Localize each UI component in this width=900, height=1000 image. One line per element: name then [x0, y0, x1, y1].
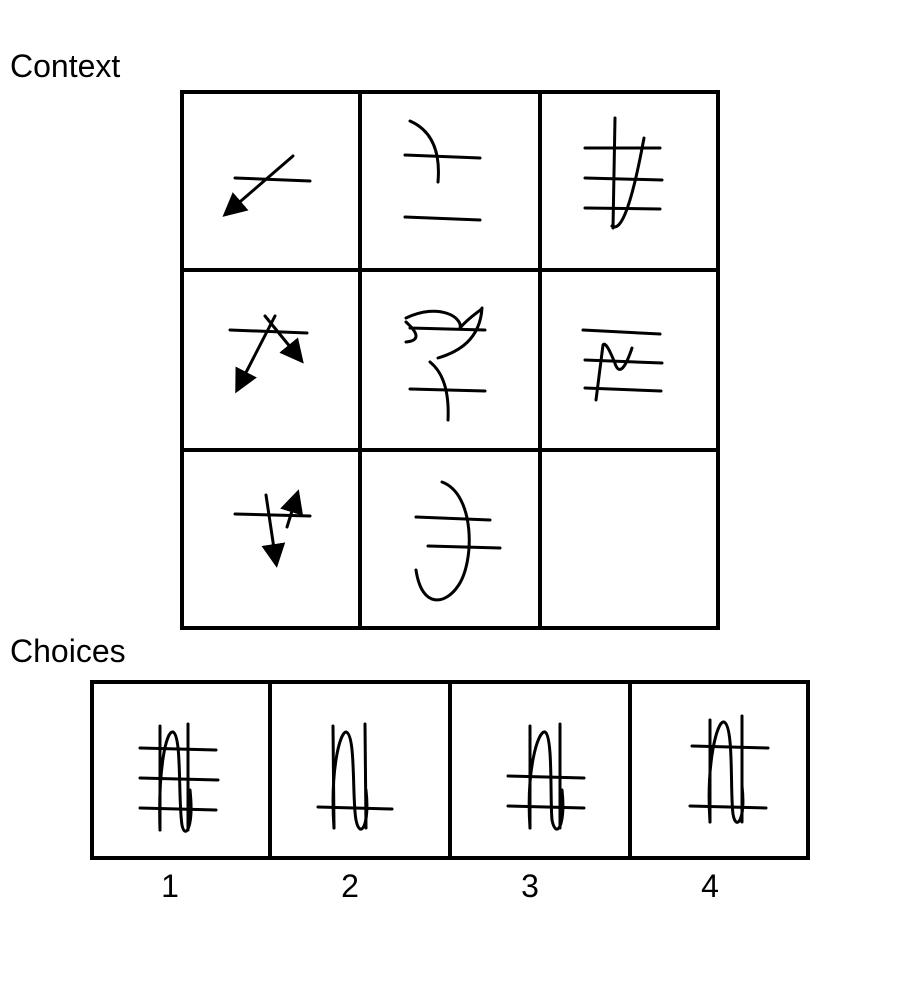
choice-number-4: 4: [701, 868, 719, 904]
choices-heading: Choices: [10, 633, 126, 669]
context-panel-8: [414, 480, 502, 602]
context-panel-2: [403, 119, 482, 222]
context-panel-3: [583, 116, 664, 230]
context-panel-5: [404, 306, 487, 422]
context-panel-6: [581, 328, 664, 402]
choice-panel-1[interactable]: [138, 722, 220, 833]
choice-panel-3[interactable]: [506, 722, 586, 831]
context-grid: [180, 90, 720, 630]
context-panel-1: [222, 154, 312, 217]
context-panel-4: [228, 314, 309, 394]
choice-number-2: 2: [341, 868, 359, 904]
choice-number-1: 1: [161, 868, 179, 904]
choice-panel-4[interactable]: [688, 714, 770, 824]
context-heading: Context: [10, 48, 121, 84]
choice-number-3: 3: [521, 868, 539, 904]
choices-row: [90, 680, 810, 860]
choice-panel-2[interactable]: [316, 722, 394, 831]
context-panel-7: [233, 489, 312, 568]
